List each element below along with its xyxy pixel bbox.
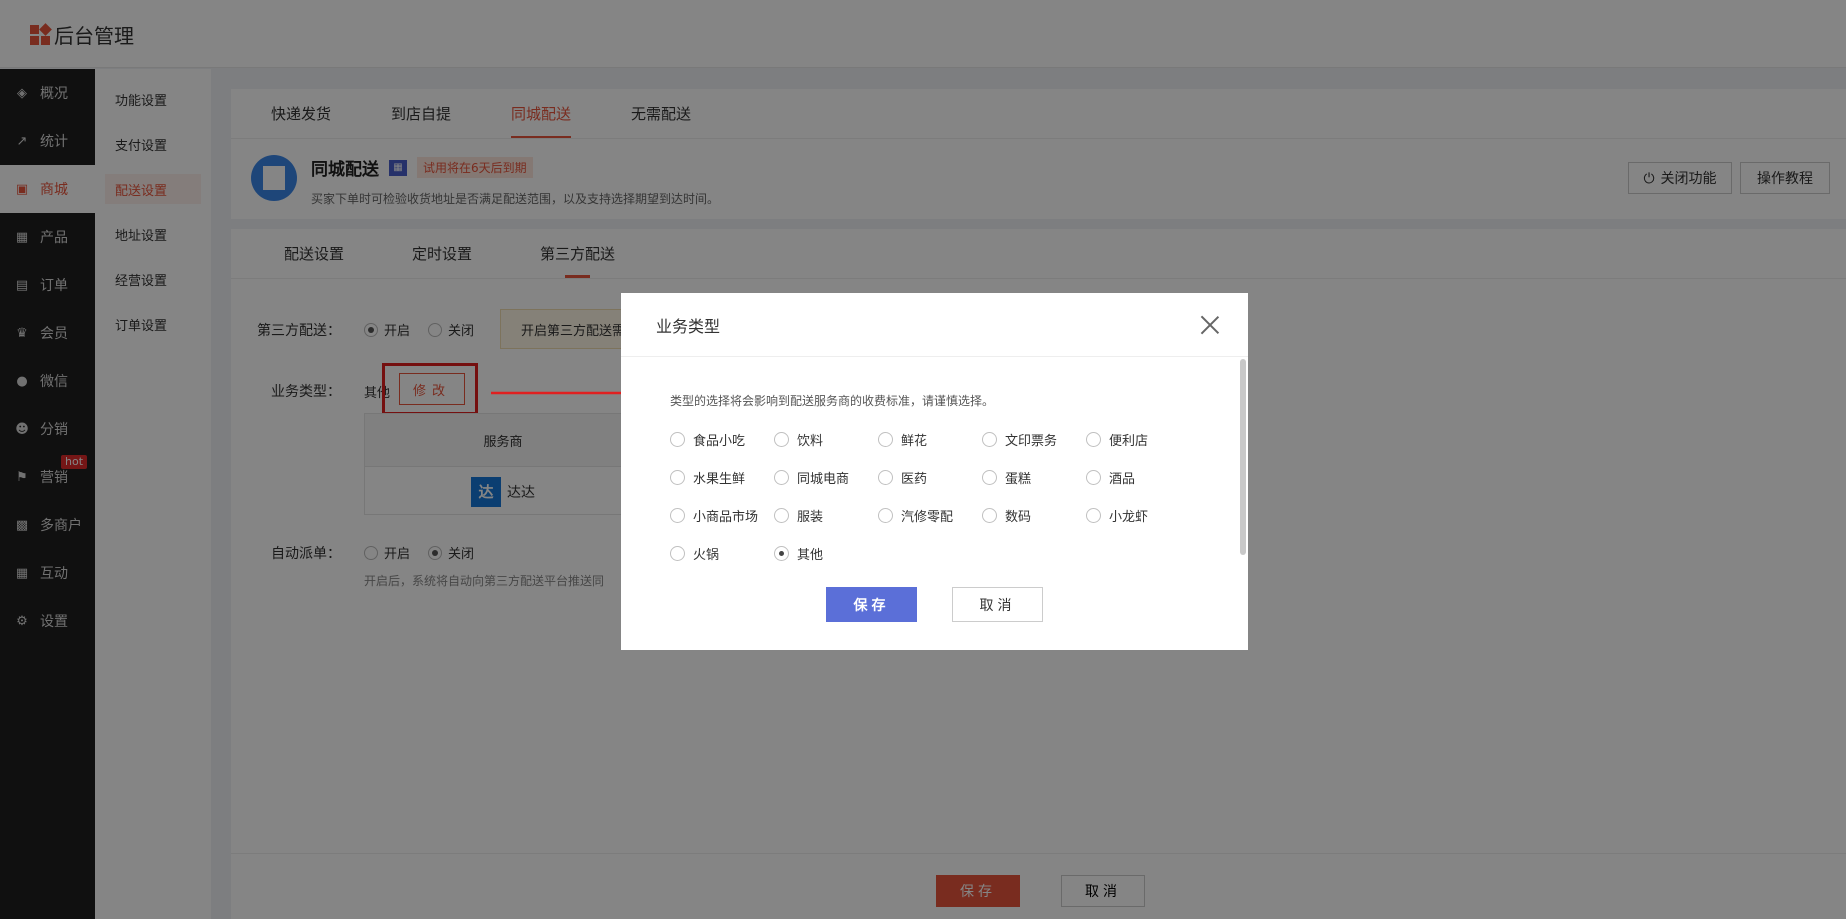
business-type-radio[interactable]: 酒品 xyxy=(1086,468,1190,487)
business-type-radio[interactable]: 服装 xyxy=(774,506,878,525)
dialog-scrollbar[interactable] xyxy=(1240,359,1246,555)
business-type-radio[interactable]: 医药 xyxy=(878,468,982,487)
close-icon[interactable] xyxy=(1200,315,1220,335)
business-type-radio[interactable]: 数码 xyxy=(982,506,1086,525)
business-type-radio[interactable]: 水果生鲜 xyxy=(670,468,774,487)
dialog-tip: 类型的选择将会影响到配送服务商的收费标准，请谨慎选择。 xyxy=(670,394,995,408)
business-type-radio[interactable]: 小商品市场 xyxy=(670,506,774,525)
business-type-radio[interactable]: 鲜花 xyxy=(878,430,982,449)
business-type-radio[interactable]: 汽修零配 xyxy=(878,506,982,525)
business-type-dialog: 业务类型 类型的选择将会影响到配送服务商的收费标准，请谨慎选择。 食品小吃 饮料鲜… xyxy=(621,293,1248,650)
business-type-options: 食品小吃 饮料 鲜花 文印票务 便利店水果生鲜 同城电商 医药 蛋糕 酒品小商品市场 服装 汽修零配… xyxy=(670,420,1190,572)
business-type-radio[interactable]: 食品小吃 xyxy=(670,430,774,449)
business-type-radio[interactable]: 同城电商 xyxy=(774,468,878,487)
business-type-radio[interactable]: 火锅 xyxy=(670,544,774,563)
dialog-cancel-button[interactable]: 取消 xyxy=(952,587,1043,622)
dialog-title: 业务类型 xyxy=(656,316,721,336)
business-type-radio[interactable]: 小龙虾 xyxy=(1086,506,1190,525)
business-type-radio[interactable]: 文印票务 xyxy=(982,430,1086,449)
business-type-radio[interactable]: 其他 xyxy=(774,544,878,563)
business-type-radio[interactable]: 饮料 xyxy=(774,430,878,449)
business-type-radio[interactable]: 蛋糕 xyxy=(982,468,1086,487)
dialog-save-button[interactable]: 保存 xyxy=(826,587,917,622)
business-type-radio[interactable]: 便利店 xyxy=(1086,430,1190,449)
